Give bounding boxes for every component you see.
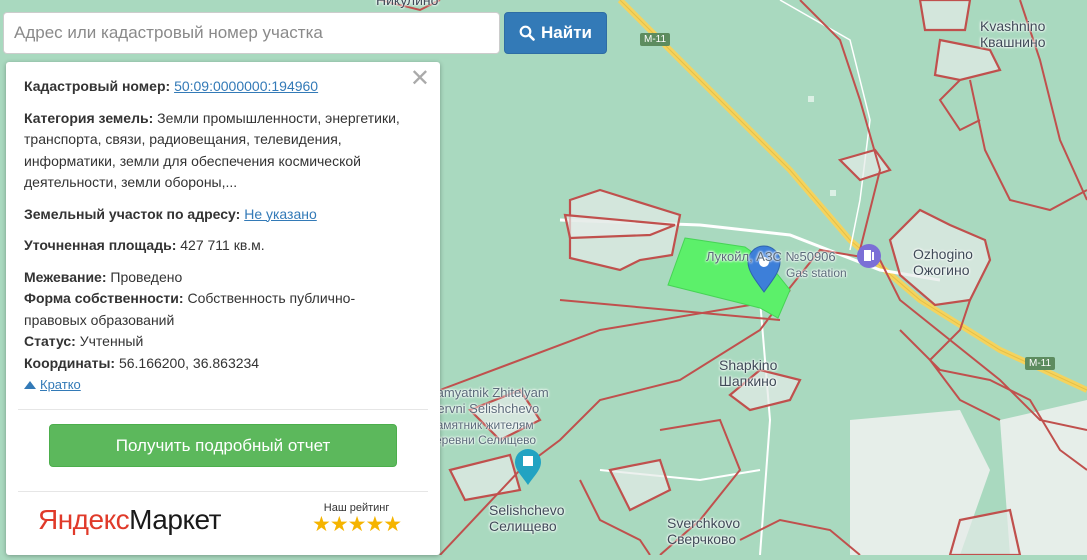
get-report-button[interactable]: Получить подробный отчет [49,424,397,467]
parcel-info: Кадастровый номер: 50:09:0000000:194960 … [24,76,416,396]
place-label: Ожогино [913,262,970,278]
status-label: Статус: [24,333,76,349]
poi-label: деревни Селищево [428,433,537,447]
place-label: Ozhogino [913,246,973,262]
divider [18,409,428,410]
place-label: Квашнино [980,34,1046,50]
report-button-label: Получить подробный отчет [115,435,331,455]
gas-station-icon [857,244,881,268]
place-label: Kvashnino [980,18,1046,34]
poi-label: Gas station [786,266,847,280]
poi-label: Pamyatnik Zhitelyam [428,385,549,400]
status-value: Учтенный [79,333,144,349]
triangle-up-icon [24,380,36,389]
coords-value: 56.166200, 36.863234 [118,354,260,371]
map-mark [830,190,836,196]
search-icon [519,25,535,41]
poi-label: Dervni Selishchevo [428,401,540,416]
parcel-info-panel: ✕ Кадастровый номер: 50:09:0000000:19496… [6,62,440,555]
place-label: Сверчково [667,531,737,547]
survey-value: Проведено [110,268,183,285]
coords-label: Координаты: [24,354,116,371]
address-label: Земельный участок по адресу: [24,205,241,222]
area-value: 427 711 кв.м. [180,237,265,253]
logo-part-market: Маркет [129,504,221,535]
survey-label: Межевание: [24,268,107,285]
search-button-label: Найти [541,23,592,42]
area-label: Уточненная площадь: [24,237,177,253]
map-mark [808,96,814,102]
yandex-market-logo[interactable]: ЯндексМаркет [38,504,221,536]
collapse-label: Кратко [40,377,81,392]
place-label: Шапкино [719,373,777,389]
address-link[interactable]: Не указано [244,206,317,222]
logo-part-yandex: Яндекс [38,504,130,535]
market-rating: Наш рейтинг ★★★★★ [312,502,402,536]
rating-stars: ★★★★★ [312,513,402,536]
collapse-toggle[interactable]: Кратко [24,374,416,396]
road-badge: M-11 [640,33,671,46]
cadastral-number-link[interactable]: 50:09:0000000:194960 [174,78,318,94]
place-label: Shapkino [719,357,778,373]
cadastral-label: Кадастровый номер: [24,78,171,94]
ownership-label: Форма собственности: [24,290,184,306]
category-label: Категория земель: [24,109,154,126]
place-label: Никулино [376,0,439,8]
place-label: Selishchevo [489,502,565,518]
poi-label: Лукойл, АЗС №50906 [706,249,836,264]
search-button[interactable]: Найти [504,12,607,54]
poi-label: Памятник жителям [428,418,534,432]
road-badge: M-11 [1025,357,1056,370]
search-input[interactable] [3,12,500,54]
divider [18,491,428,492]
place-label: Селищево [489,518,557,534]
place-label: Sverchkovo [667,515,741,531]
